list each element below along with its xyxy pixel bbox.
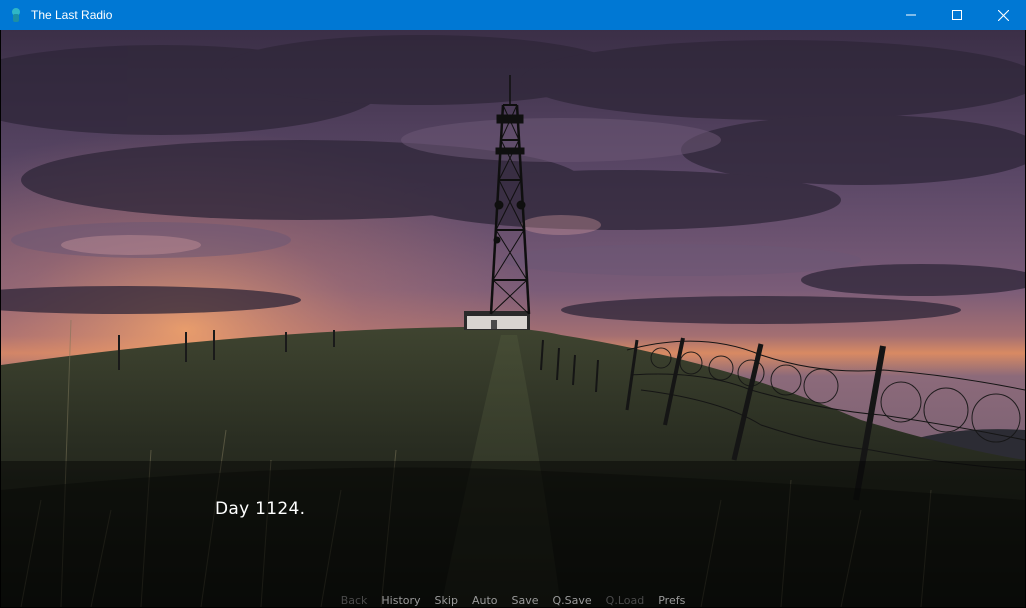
game-scene[interactable]: Day 1124. Back History Skip Auto Save Q.… bbox=[1, 30, 1025, 607]
window-title: The Last Radio bbox=[31, 8, 113, 22]
title-bar[interactable]: The Last Radio bbox=[0, 0, 1026, 30]
quick-menu-auto[interactable]: Auto bbox=[472, 594, 498, 607]
close-icon bbox=[997, 9, 1009, 21]
quick-menu-back: Back bbox=[340, 594, 368, 607]
quick-menu-history[interactable]: History bbox=[381, 594, 420, 607]
dialogue-text: Day 1124. bbox=[215, 499, 306, 519]
maximize-icon bbox=[952, 10, 962, 20]
app-logo-icon bbox=[8, 7, 24, 23]
quick-menu-skip[interactable]: Skip bbox=[435, 594, 458, 607]
quick-menu-prefs[interactable]: Prefs bbox=[658, 594, 685, 607]
quick-menu-save[interactable]: Save bbox=[512, 594, 539, 607]
quick-menu-qload: Q.Load bbox=[605, 594, 645, 607]
minimize-icon bbox=[906, 14, 916, 16]
game-window: The Last Radio Day 1124. Back History Sk… bbox=[0, 0, 1026, 608]
window-controls bbox=[888, 0, 1026, 30]
quick-menu: Back History Skip Auto Save Q.Save Q.Loa… bbox=[1, 591, 1025, 607]
minimize-button[interactable] bbox=[888, 0, 934, 30]
quick-menu-qsave[interactable]: Q.Save bbox=[553, 594, 592, 607]
dialogue-box[interactable]: Day 1124. Back History Skip Auto Save Q.… bbox=[1, 461, 1025, 607]
close-button[interactable] bbox=[980, 0, 1026, 30]
maximize-button[interactable] bbox=[934, 0, 980, 30]
